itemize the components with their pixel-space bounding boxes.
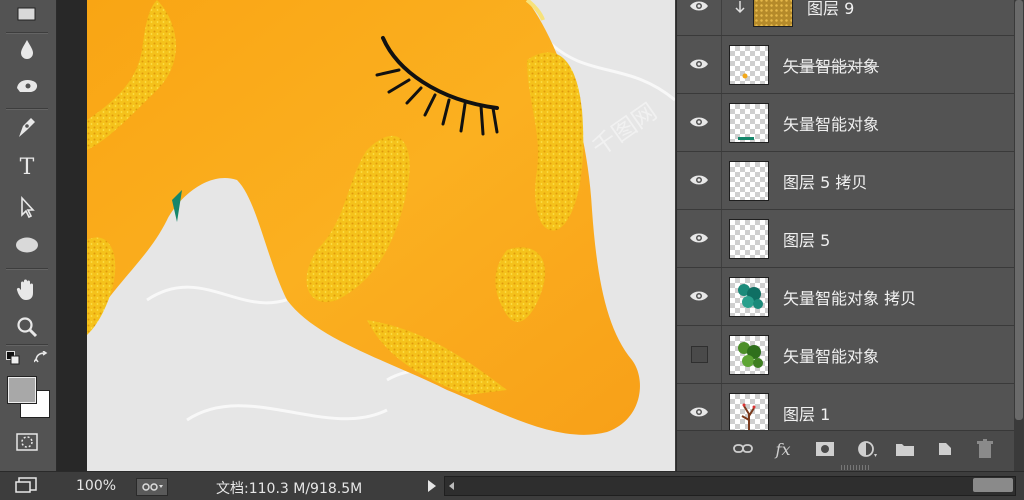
layer-row[interactable]: 图层 5 拷贝 bbox=[677, 152, 1015, 210]
layer-row[interactable]: 矢量智能对象 拷贝 bbox=[677, 268, 1015, 326]
layers-footer: fx bbox=[677, 430, 1015, 472]
layer-row[interactable]: 图层 5 bbox=[677, 210, 1015, 268]
layer-thumbnail bbox=[729, 393, 769, 431]
ellipse-tool-icon[interactable] bbox=[8, 230, 46, 260]
layer-name: 图层 5 bbox=[783, 231, 831, 250]
type-tool-icon[interactable]: T bbox=[8, 152, 46, 182]
layer-row[interactable]: 矢量智能对象 bbox=[677, 94, 1015, 152]
layer-row[interactable]: 图层 9 bbox=[677, 0, 1015, 36]
eye-icon[interactable] bbox=[689, 228, 709, 248]
layer-name: 图层 5 拷贝 bbox=[783, 173, 868, 192]
artwork bbox=[87, 0, 675, 471]
layer-name: 矢量智能对象 bbox=[783, 115, 880, 134]
layer-name: 矢量智能对象 拷贝 bbox=[783, 289, 917, 308]
document-canvas[interactable]: 千图网 bbox=[87, 0, 675, 471]
layer-row[interactable]: 矢量智能对象 bbox=[677, 36, 1015, 94]
quick-mask-icon[interactable] bbox=[8, 427, 46, 457]
layers-scroll-thumb[interactable] bbox=[1015, 0, 1023, 420]
visibility-toggle-empty[interactable] bbox=[691, 346, 708, 363]
pen-tool-icon[interactable] bbox=[8, 112, 46, 142]
status-menu-arrow-icon[interactable] bbox=[428, 480, 436, 492]
layers-panel: 图层 9 矢量智能对象 矢量智能对象 图层 5 拷贝 图层 5 矢量智能对象 拷… bbox=[676, 0, 1015, 472]
swap-colors-icon[interactable] bbox=[33, 350, 48, 364]
tools-divider bbox=[6, 344, 48, 346]
blur-drop-icon[interactable] bbox=[8, 34, 46, 64]
clip-arrow-icon bbox=[735, 0, 745, 19]
layer-row[interactable]: 矢量智能对象 bbox=[677, 326, 1015, 384]
eye-icon[interactable] bbox=[689, 170, 709, 190]
layer-row[interactable]: 图层 1 bbox=[677, 384, 1015, 431]
canvas-pasteboard bbox=[57, 0, 87, 471]
layer-thumbnail bbox=[753, 0, 793, 27]
eye-icon[interactable] bbox=[689, 402, 709, 422]
zoom-tool-icon[interactable] bbox=[8, 312, 46, 342]
layer-thumbnail bbox=[729, 161, 769, 201]
path-select-icon[interactable] bbox=[8, 192, 46, 222]
layer-thumbnail bbox=[729, 103, 769, 143]
status-bar: 100% 文档:110.3 M/918.5M bbox=[0, 471, 1024, 500]
zoom-options-icon[interactable] bbox=[136, 478, 168, 496]
screen-mode-icon[interactable] bbox=[8, 470, 46, 500]
type-tool-label: T bbox=[19, 154, 35, 180]
scroll-left-arrow-icon[interactable] bbox=[449, 482, 454, 490]
layer-thumbnail bbox=[729, 219, 769, 259]
eye-icon[interactable] bbox=[689, 112, 709, 132]
layer-thumbnail bbox=[729, 45, 769, 85]
layer-name: 图层 1 bbox=[783, 405, 831, 424]
layers-scrollbar[interactable] bbox=[1014, 0, 1024, 471]
document-info: 文档:110.3 M/918.5M bbox=[216, 481, 363, 497]
eye-icon[interactable] bbox=[689, 0, 709, 16]
tools-panel: T bbox=[0, 0, 57, 471]
sponge-icon[interactable] bbox=[8, 70, 46, 100]
layer-name: 矢量智能对象 bbox=[783, 57, 880, 76]
delete-layer-icon[interactable] bbox=[975, 439, 995, 459]
layer-name: 矢量智能对象 bbox=[783, 347, 880, 366]
new-group-icon[interactable] bbox=[895, 439, 915, 459]
color-swatches-icon[interactable] bbox=[6, 374, 52, 420]
add-mask-icon[interactable] bbox=[815, 439, 835, 459]
tools-divider bbox=[6, 268, 48, 270]
foreground-color-swatch[interactable] bbox=[7, 376, 37, 404]
eye-icon[interactable] bbox=[689, 286, 709, 306]
horizontal-scrollbar[interactable] bbox=[444, 476, 1016, 496]
link-layers-icon[interactable] bbox=[733, 439, 753, 459]
new-layer-icon[interactable] bbox=[935, 439, 955, 459]
tools-divider bbox=[6, 108, 48, 110]
eye-icon[interactable] bbox=[689, 54, 709, 74]
layer-name: 图层 9 bbox=[807, 0, 855, 18]
hand-tool-icon[interactable] bbox=[8, 274, 46, 304]
panel-resize-grip[interactable] bbox=[841, 465, 871, 470]
horizontal-scroll-thumb[interactable] bbox=[973, 478, 1013, 492]
adjustment-layer-icon[interactable] bbox=[857, 439, 877, 459]
default-colors-icon[interactable] bbox=[6, 350, 20, 365]
zoom-level[interactable]: 100% bbox=[76, 478, 116, 494]
layer-thumbnail bbox=[729, 335, 769, 375]
rectangle-swatch-icon[interactable] bbox=[8, 0, 46, 30]
fx-label: fx bbox=[775, 439, 791, 459]
layer-thumbnail bbox=[729, 277, 769, 317]
fx-icon[interactable]: fx bbox=[773, 439, 793, 459]
